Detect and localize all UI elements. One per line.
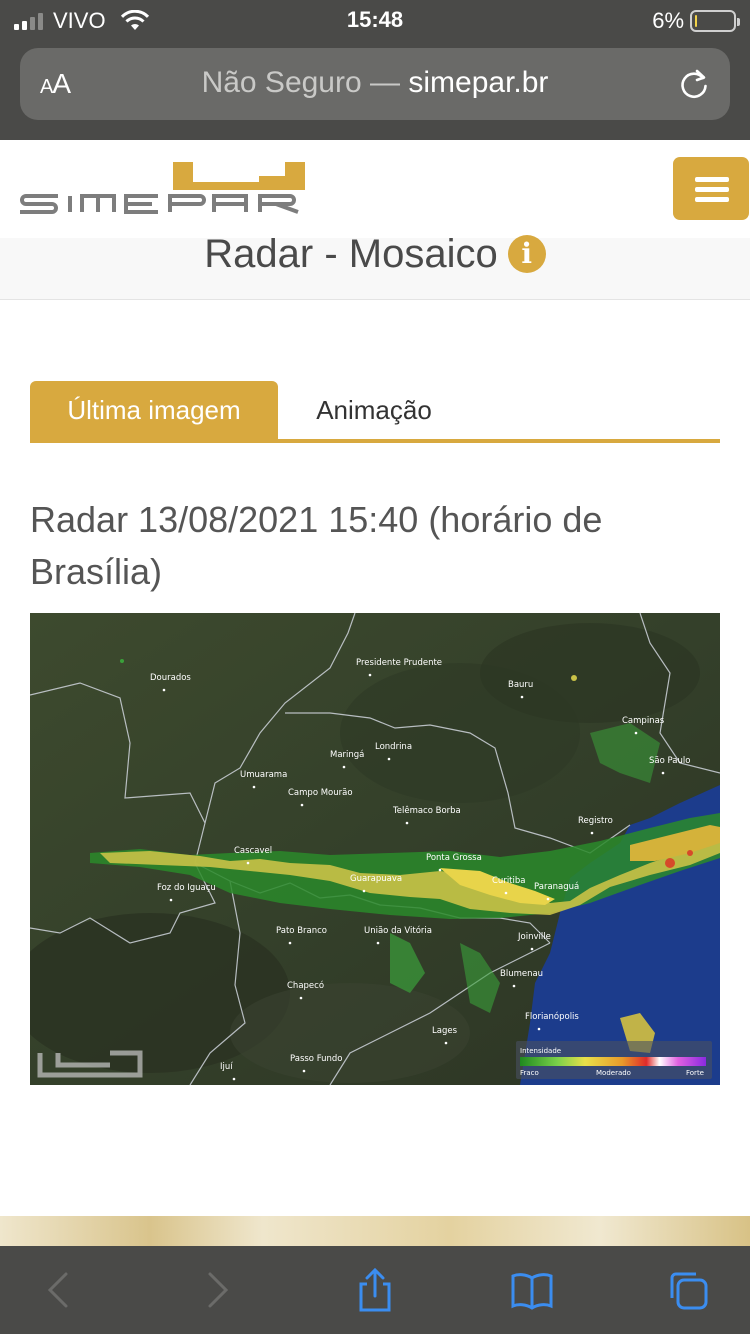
legend-high: Forte	[686, 1069, 704, 1077]
legend-title: Intensidade	[520, 1047, 561, 1055]
city-name: Florianópolis	[525, 1011, 579, 1022]
city-marker	[590, 831, 594, 835]
city-name: Ijuí	[220, 1062, 233, 1072]
insecure-label: Não Seguro —	[201, 66, 401, 99]
city-name: Campinas	[622, 716, 665, 726]
tabs-icon[interactable]	[666, 1268, 710, 1312]
city-marker	[444, 1041, 448, 1045]
city-marker	[387, 757, 391, 761]
city-name: Cascavel	[234, 846, 272, 856]
city-name: Joinville	[517, 932, 551, 942]
info-icon[interactable]: i	[507, 235, 546, 274]
browser-top-chrome: VIVO 15:48 6% AA Não Seguro — simepar.br	[0, 0, 750, 140]
title-band: Radar - Mosaico i	[0, 232, 750, 300]
city-marker	[302, 1069, 306, 1073]
city-name: União da Vitória	[364, 925, 432, 936]
intensity-legend: Intensidade Fraco Moderado Forte	[516, 1041, 712, 1079]
city-name: Londrina	[375, 742, 412, 752]
city-name: Bauru	[508, 680, 533, 690]
city-marker	[288, 941, 292, 945]
browser-toolbar	[0, 1246, 750, 1334]
tab-animation[interactable]: Animação	[278, 381, 470, 439]
city-marker	[512, 984, 516, 988]
city-name: Registro	[578, 816, 613, 826]
legend-low: Fraco	[520, 1069, 539, 1077]
city-marker	[537, 1027, 541, 1031]
city-marker	[376, 941, 380, 945]
city-name: Maringá	[330, 750, 364, 760]
site-header	[0, 140, 750, 238]
city-marker	[634, 731, 638, 735]
menu-button[interactable]	[673, 157, 749, 220]
city-marker	[246, 861, 250, 865]
radar-heading: Radar 13/08/2021 15:40 (horário de Brasí…	[30, 499, 603, 592]
address-bar[interactable]: AA Não Seguro — simepar.br	[20, 48, 730, 120]
city-name: Lages	[432, 1026, 458, 1036]
city-name: Curitiba	[492, 876, 525, 886]
city-marker	[169, 898, 173, 902]
url-display[interactable]: Não Seguro — simepar.br	[20, 66, 730, 100]
city-marker	[504, 891, 508, 895]
city-name: Dourados	[150, 673, 191, 683]
page-title: Radar - Mosaico i	[0, 230, 750, 277]
city-name: Guarapuava	[350, 874, 402, 884]
city-marker	[530, 947, 534, 951]
city-marker	[362, 889, 366, 893]
city-marker	[368, 673, 372, 677]
share-icon[interactable]	[353, 1268, 397, 1312]
city-marker	[162, 688, 166, 692]
back-icon[interactable]	[36, 1268, 80, 1312]
legend-mid: Moderado	[596, 1069, 631, 1077]
city-name: Foz do Iguaçu	[157, 883, 216, 893]
battery-icon	[690, 10, 740, 32]
city-name: Campo Mourão	[288, 788, 353, 798]
status-bar: VIVO 15:48 6%	[0, 0, 750, 42]
city-name: Pato Branco	[276, 926, 327, 936]
forward-icon[interactable]	[196, 1268, 240, 1312]
city-name: Chapecó	[287, 980, 324, 991]
battery-percentage: 6%	[652, 8, 684, 33]
city-marker	[300, 803, 304, 807]
city-marker	[520, 695, 524, 699]
city-name: São Paulo	[649, 756, 690, 766]
bookmarks-icon[interactable]	[510, 1268, 554, 1312]
city-marker	[438, 868, 442, 872]
city-marker	[405, 821, 409, 825]
reload-icon[interactable]	[676, 66, 712, 102]
tab-bar: Última imagem Animação	[30, 381, 720, 443]
city-name: Paranaguá	[534, 882, 579, 892]
city-name: Blumenau	[500, 969, 543, 979]
city-name: Telêmaco Borba	[392, 805, 461, 816]
footer-decoration	[0, 1216, 750, 1246]
city-name: Ponta Grossa	[426, 853, 482, 863]
city-marker	[342, 765, 346, 769]
city-marker	[546, 897, 550, 901]
city-marker	[232, 1077, 236, 1081]
city-marker	[299, 996, 303, 1000]
tab-latest-image[interactable]: Última imagem	[30, 381, 278, 439]
url-domain: simepar.br	[408, 66, 549, 99]
city-name: Passo Fundo	[290, 1054, 343, 1064]
city-name: Presidente Prudente	[356, 658, 442, 668]
city-marker	[252, 785, 256, 789]
city-marker	[661, 771, 665, 775]
city-name: Umuarama	[240, 770, 287, 780]
simepar-logo[interactable]	[18, 160, 308, 220]
clock: 15:48	[346, 7, 404, 32]
radar-image: Dourados Presidente Prudente Bauru Campinas…	[30, 613, 720, 1085]
